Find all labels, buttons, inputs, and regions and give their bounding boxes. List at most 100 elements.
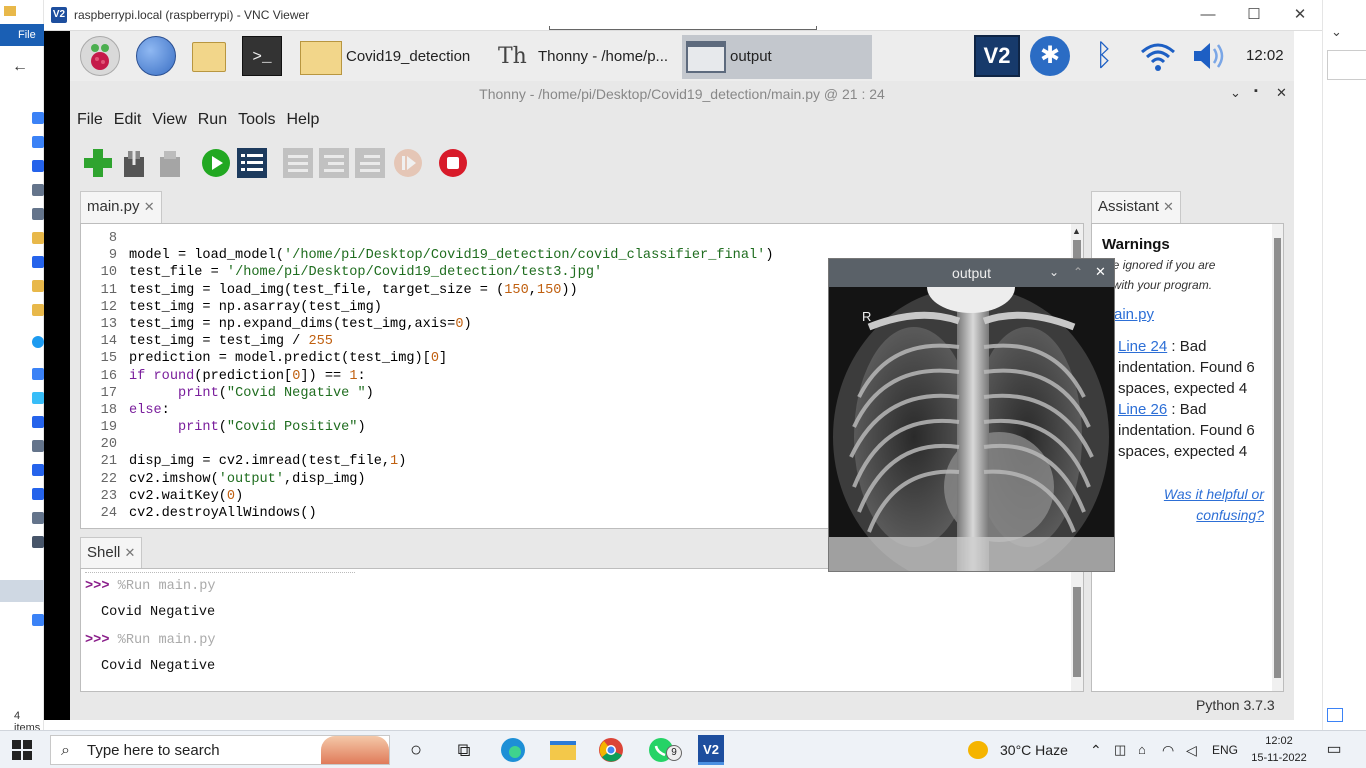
output-window[interactable]: output ⌄ ⌃ ✕ R: [828, 258, 1115, 572]
feedback-link[interactable]: Was it helpful or confusing?: [1132, 484, 1264, 526]
tray-chevron-up-icon[interactable]: ⌃: [1090, 735, 1106, 765]
folder-icon: [32, 304, 44, 316]
thonny-minimize-icon[interactable]: ⌄: [1230, 85, 1241, 101]
code-token: )): [561, 282, 578, 298]
python-version[interactable]: Python 3.7.3: [1196, 697, 1275, 713]
language-indicator[interactable]: ENG: [1212, 735, 1242, 765]
volume-icon[interactable]: [1188, 36, 1228, 76]
maximize-button[interactable]: ☐: [1234, 4, 1274, 26]
thonny-close-icon[interactable]: ✕: [1276, 85, 1287, 101]
warning-line-link[interactable]: Line 24: [1118, 338, 1167, 355]
folder-icon: [32, 280, 44, 292]
meet-now-icon[interactable]: ◫: [1114, 735, 1130, 765]
pi-top-panel: >_ Covid19_detection Th Thonny - /home/p…: [70, 31, 1294, 81]
edge-icon[interactable]: [500, 735, 528, 765]
warning-text: spaces, expected 4: [1118, 443, 1248, 460]
menu-run[interactable]: Run: [198, 111, 227, 129]
code-token: 150: [536, 282, 562, 298]
code-token: :: [161, 402, 170, 418]
line-number: 15: [100, 351, 117, 367]
line-number: 16: [100, 368, 117, 384]
tab-shell[interactable]: Shell ✕: [80, 537, 143, 569]
notifications-icon[interactable]: ▭: [1322, 735, 1346, 765]
run-button[interactable]: [200, 147, 232, 179]
resume-button[interactable]: [392, 147, 424, 179]
menu-file[interactable]: File: [77, 111, 103, 129]
tab-main-py[interactable]: main.py ✕: [80, 191, 162, 223]
web-browser-icon[interactable]: [136, 36, 176, 76]
thonny-maximize-icon[interactable]: ▪: [1254, 85, 1258, 97]
vnc-toolbar-handle[interactable]: [549, 26, 817, 30]
step-out-button[interactable]: [354, 147, 386, 179]
menu-view[interactable]: View: [152, 111, 186, 129]
back-arrow-icon[interactable]: ←: [12, 58, 28, 76]
bluetooth-tray-icon[interactable]: ✱: [1030, 36, 1070, 76]
volume-icon[interactable]: ◁: [1186, 735, 1204, 765]
address-box[interactable]: [1327, 50, 1366, 80]
chevron-down-icon[interactable]: ⌄: [1049, 265, 1059, 279]
start-button[interactable]: [12, 735, 38, 765]
chevron-down-icon[interactable]: ⌄: [1331, 24, 1342, 40]
code-token: test_img = np.asarray(test_img): [129, 299, 382, 315]
wifi-icon[interactable]: ◠: [1162, 735, 1180, 765]
file-explorer-icon[interactable]: [548, 735, 578, 765]
folder-icon: [4, 6, 16, 16]
close-button[interactable]: ✕: [1280, 4, 1320, 26]
warning-line-link[interactable]: Line 26: [1118, 401, 1167, 418]
code-token: :: [357, 368, 366, 384]
vnc-window-title: raspberrypi.local (raspberrypi) - VNC Vi…: [74, 8, 310, 22]
step-over-button[interactable]: [282, 147, 314, 179]
network-icon[interactable]: ⌂: [1138, 735, 1156, 765]
file-link[interactable]: ain.py: [1114, 306, 1154, 323]
task-covid19-detection[interactable]: Covid19_detection: [296, 35, 486, 79]
weather-widget[interactable]: 30°C Haze: [968, 735, 1078, 765]
stop-button[interactable]: [437, 147, 469, 179]
task-thonny[interactable]: Th Thonny - /home/p...: [492, 35, 680, 79]
wifi-icon[interactable]: [1138, 36, 1178, 76]
bluetooth-icon[interactable]: ᛒ: [1084, 36, 1124, 76]
tab-assistant[interactable]: Assistant ✕: [1091, 191, 1181, 223]
shell-scrollbar[interactable]: [1071, 569, 1083, 691]
close-icon[interactable]: ✕: [144, 199, 155, 214]
new-file-button[interactable]: [82, 147, 114, 179]
task-view-icon[interactable]: ⧉: [452, 735, 476, 765]
vnc-server-icon[interactable]: V2: [974, 35, 1020, 77]
save-button[interactable]: [154, 147, 186, 179]
task-output[interactable]: output: [682, 35, 872, 79]
cortana-icon[interactable]: ○: [404, 735, 428, 765]
raspberry-menu-icon[interactable]: [80, 36, 120, 76]
chrome-icon[interactable]: [598, 735, 626, 765]
assistant-scrollbar[interactable]: [1272, 224, 1283, 691]
system-clock[interactable]: 12:02 15-11-2022: [1248, 733, 1310, 767]
close-icon[interactable]: ✕: [1095, 264, 1106, 280]
pi-clock[interactable]: 12:02: [1246, 31, 1284, 81]
scroll-thumb[interactable]: [1073, 587, 1081, 677]
menu-edit[interactable]: Edit: [114, 111, 142, 129]
vnc-viewer-taskbar-icon[interactable]: V2: [698, 735, 724, 765]
step-into-button[interactable]: [318, 147, 350, 179]
drive-item[interactable]: [0, 580, 44, 602]
taskbar-search[interactable]: ⌕ Type here to search: [50, 735, 390, 765]
close-icon[interactable]: ✕: [125, 545, 136, 560]
chevron-up-icon[interactable]: ⌃: [1073, 265, 1083, 279]
menu-help[interactable]: Help: [286, 111, 319, 129]
code-token: "Covid Negative ": [226, 385, 366, 401]
menu-tools[interactable]: Tools: [238, 111, 275, 129]
scroll-thumb[interactable]: [1274, 238, 1281, 678]
minimize-button[interactable]: —: [1188, 4, 1228, 26]
terminal-icon[interactable]: >_: [242, 36, 282, 76]
scroll-up-icon[interactable]: ▲: [1072, 226, 1081, 236]
output-title-text: output: [952, 265, 991, 281]
close-icon[interactable]: ✕: [1163, 199, 1174, 214]
debug-button[interactable]: [236, 147, 268, 179]
document-icon: [32, 440, 44, 452]
warning-text: : Bad: [1171, 401, 1207, 418]
open-file-button[interactable]: [118, 147, 150, 179]
file-tab[interactable]: File: [0, 24, 44, 46]
code-token: 1: [349, 368, 358, 384]
view-toggle-icon[interactable]: [1327, 708, 1343, 722]
shell-clipped-line: [85, 569, 355, 573]
whatsapp-icon[interactable]: 9: [648, 735, 684, 765]
file-manager-icon[interactable]: [188, 36, 228, 76]
shell-panel[interactable]: >>> %Run main.py Covid Negative >>> %Run…: [80, 568, 1084, 692]
